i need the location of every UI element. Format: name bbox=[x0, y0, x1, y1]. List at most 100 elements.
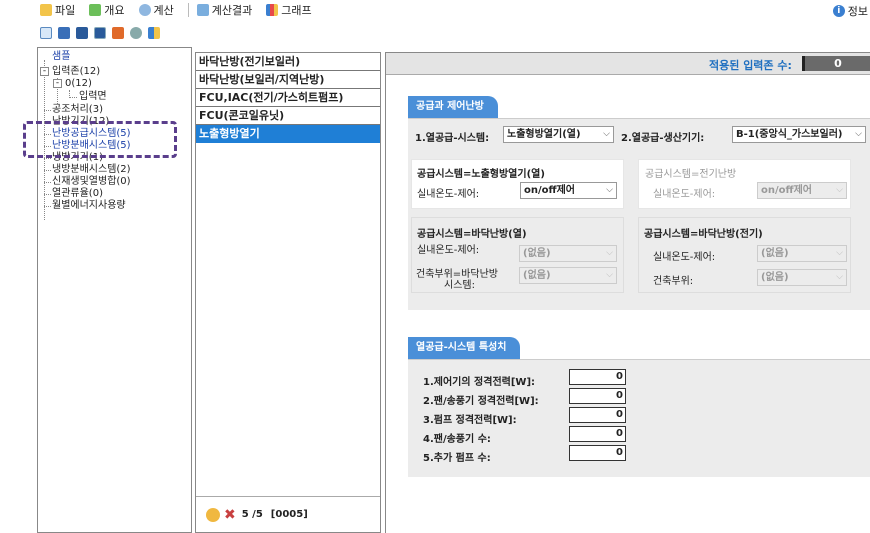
field-input[interactable]: 0 bbox=[569, 407, 626, 423]
new-file-icon[interactable] bbox=[40, 27, 52, 39]
list-item[interactable]: FCU(콘코일유닛) bbox=[196, 107, 380, 125]
settings-icon[interactable] bbox=[130, 27, 142, 39]
menu-info[interactable]: i 정보 bbox=[832, 3, 868, 19]
tree-item-input-surface[interactable]: 입력면 bbox=[79, 91, 107, 103]
producer-select[interactable]: B-1(중앙식_가스보일러) ⌵ bbox=[732, 126, 866, 143]
tree-line bbox=[44, 110, 51, 111]
delete-icon[interactable]: ✖ bbox=[224, 507, 236, 523]
box-electric-title: 공급시스템=전기난방 bbox=[645, 169, 737, 180]
list-item[interactable]: FCU,IAC(전기/가스히트펌프) bbox=[196, 89, 380, 107]
tree-item-air-handling[interactable]: 공조처리(3) bbox=[52, 104, 103, 116]
tree-item-heat-recovery[interactable]: 열관류율(0) bbox=[52, 188, 103, 200]
box-electric-control-value: on/off제어 bbox=[761, 185, 813, 196]
save-icon[interactable] bbox=[76, 27, 88, 39]
box-floor-electric-control-value: (없음) bbox=[761, 248, 789, 259]
menu-separator bbox=[187, 3, 189, 17]
list-count: 5 /5 bbox=[241, 509, 263, 520]
tree-line bbox=[44, 206, 51, 207]
menu-calculate[interactable]: 계산 bbox=[138, 2, 174, 18]
supply-system-select[interactable]: 노출형방열기(열) ⌵ bbox=[503, 126, 614, 143]
applied-zone-label: 적용된 입력존 수: bbox=[709, 59, 792, 72]
menu-bar: 파일 개요 계산 계산결과 그래프 i 정보 bbox=[0, 0, 870, 20]
box-floor-electric-part-label: 건축부위: bbox=[653, 276, 694, 287]
tree-line bbox=[44, 182, 51, 183]
box-floor-electric-control-label: 실내온도-제어: bbox=[653, 252, 716, 263]
overview-icon bbox=[89, 4, 102, 16]
menu-results-label: 계산결과 bbox=[211, 4, 253, 17]
box-radiator-control-value: on/off제어 bbox=[524, 185, 576, 196]
box-floor-electric-part-value: (없음) bbox=[761, 272, 789, 283]
tree-line bbox=[69, 97, 77, 98]
chevron-down-icon: ⌵ bbox=[836, 185, 843, 195]
list-item[interactable]: 바닥난방(보일러/지역난방) bbox=[196, 71, 380, 89]
save-as-icon[interactable] bbox=[94, 27, 106, 39]
list-footer: ✖ 5 /5 [0005] bbox=[196, 496, 380, 532]
chevron-down-icon: ⌵ bbox=[836, 272, 843, 282]
tree-line bbox=[44, 158, 51, 159]
menu-file[interactable]: 파일 bbox=[40, 2, 75, 18]
box-floor-heat-part-label-2: 시스템: bbox=[444, 280, 475, 291]
box-floor-heat-control-value: (없음) bbox=[523, 248, 551, 259]
supply-system-label: 1.열공급-시스템: bbox=[415, 133, 490, 144]
box-floor-heat-control-select[interactable]: (없음) ⌵ bbox=[519, 245, 617, 262]
menu-overview-label: 개요 bbox=[104, 4, 125, 17]
add-icon[interactable] bbox=[206, 507, 220, 522]
menu-file-label: 파일 bbox=[55, 4, 76, 17]
section-tab-supply-control: 공급과 제어난방 bbox=[408, 96, 498, 118]
tree-item-input-zone[interactable]: 입력존(12) bbox=[52, 66, 100, 78]
annotation-highlight-box bbox=[23, 121, 177, 158]
field-input[interactable]: 0 bbox=[569, 388, 626, 404]
field-label: 2.팬/송풍기 정격전력[W]: bbox=[423, 396, 539, 407]
chevron-down-icon: ⌵ bbox=[603, 129, 610, 139]
field-label: 1.제어기의 정격전력[W]: bbox=[423, 377, 536, 388]
tree-collapse-icon[interactable]: - bbox=[53, 79, 62, 88]
field-input[interactable]: 0 bbox=[569, 426, 626, 442]
producer-label: 2.열공급-생산기기: bbox=[621, 133, 705, 144]
box-electric-control-select[interactable]: on/off제어 ⌵ bbox=[757, 182, 847, 199]
field-input[interactable]: 0 bbox=[569, 445, 626, 461]
section-tab-characteristics: 열공급-시스템 특성치 bbox=[408, 337, 521, 359]
box-floor-heat-control-label: 실내온도-제어: bbox=[417, 245, 480, 256]
info-icon: i bbox=[832, 5, 845, 17]
toolbar bbox=[40, 24, 166, 42]
chevron-down-icon: ⌵ bbox=[836, 248, 843, 258]
tree-item-monthly-energy[interactable]: 월별에너지사용량 bbox=[52, 200, 126, 212]
menu-graph[interactable]: 그래프 bbox=[266, 2, 312, 18]
bar-chart-icon bbox=[266, 4, 279, 16]
tree-line bbox=[44, 170, 51, 171]
field-label: 5.추가 펌프 수: bbox=[423, 453, 491, 464]
box-radiator-control-select[interactable]: on/off제어 ⌵ bbox=[520, 182, 617, 199]
tree-item-zone0[interactable]: 0(12) bbox=[65, 78, 92, 90]
box-electric-control-label: 실내온도-제어: bbox=[653, 189, 716, 200]
tree-item-renewable[interactable]: 신재생및열병합(0) bbox=[52, 176, 131, 188]
tree-panel: 샘플 - 입력존(12) - 0(12) 입력면 공조처리(3) 난방기기(12… bbox=[37, 47, 192, 533]
system-list-panel: 바닥난방(전기보일러) 바닥난방(보일러/지역난방) FCU,IAC(전기/가스… bbox=[195, 52, 381, 533]
home-icon[interactable] bbox=[112, 27, 124, 39]
box-floor-electric-title: 공급시스템=바닥난방(전기) bbox=[644, 229, 763, 240]
box-floor-electric-control-select[interactable]: (없음) ⌵ bbox=[757, 245, 847, 262]
open-folder-icon[interactable] bbox=[58, 27, 70, 39]
field-label: 4.팬/송풍기 수: bbox=[423, 434, 491, 445]
producer-value: B-1(중앙식_가스보일러) bbox=[736, 129, 843, 140]
tree-root[interactable]: 샘플 bbox=[52, 51, 70, 63]
chart-icon[interactable] bbox=[148, 27, 160, 39]
menu-results[interactable]: 계산결과 bbox=[196, 2, 253, 18]
box-floor-heat-part-select[interactable]: (없음) ⌵ bbox=[519, 267, 617, 284]
chevron-down-icon: ⌵ bbox=[606, 185, 613, 195]
tree-item-cooling-dist[interactable]: 냉방분배시스템(2) bbox=[52, 164, 131, 176]
box-radiator-control-label: 실내온도-제어: bbox=[417, 189, 480, 200]
box-floor-electric-part-select[interactable]: (없음) ⌵ bbox=[757, 269, 847, 286]
field-input[interactable]: 0 bbox=[569, 369, 626, 385]
menu-info-label: 정보 bbox=[847, 5, 868, 18]
menu-overview[interactable]: 개요 bbox=[89, 2, 125, 18]
chevron-down-icon: ⌵ bbox=[855, 129, 862, 139]
box-floor-heat-part-value: (없음) bbox=[523, 270, 551, 281]
list-code: [0005] bbox=[270, 509, 308, 520]
folder-icon bbox=[40, 4, 52, 16]
field-label: 3.펌프 정격전력[W]: bbox=[423, 415, 517, 426]
tree-collapse-icon[interactable]: - bbox=[40, 67, 49, 76]
list-item-selected[interactable]: 노출형방열기 bbox=[196, 125, 380, 143]
list-item[interactable]: 바닥난방(전기보일러) bbox=[196, 53, 380, 71]
menu-graph-label: 그래프 bbox=[281, 4, 312, 17]
applied-zone-value: 0 bbox=[802, 56, 870, 71]
